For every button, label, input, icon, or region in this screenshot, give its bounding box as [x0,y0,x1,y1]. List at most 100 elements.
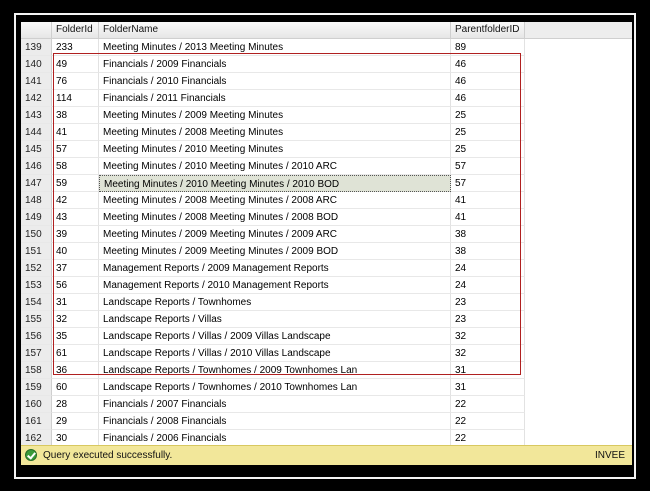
cell-foldername[interactable]: Meeting Minutes / 2010 Meeting Minutes /… [99,158,451,175]
cell-foldername[interactable]: Meeting Minutes / 2010 Meeting Minutes [99,141,451,158]
cell-parentfolderid[interactable]: 38 [451,243,525,260]
table-row[interactable]: 161 29 Financials / 2008 Financials 22 [21,413,632,430]
cell-parentfolderid[interactable]: 22 [451,396,525,413]
cell-parentfolderid[interactable]: 31 [451,362,525,379]
cell-folderid[interactable]: 42 [52,192,99,209]
table-row[interactable]: 143 38 Meeting Minutes / 2009 Meeting Minu… [21,107,632,124]
cell-folderid[interactable]: 76 [52,73,99,90]
cell-parentfolderid[interactable]: 22 [451,430,525,445]
cell-parentfolderid[interactable]: 23 [451,294,525,311]
cell-foldername[interactable]: Management Reports / 2009 Management Rep… [99,260,451,277]
cell-folderid[interactable]: 233 [52,39,99,56]
header-parentfolderid[interactable]: ParentfolderID [451,22,525,38]
cell-parentfolderid[interactable]: 38 [451,226,525,243]
table-row[interactable]: 151 40 Meeting Minutes / 2009 Meeting Minu… [21,243,632,260]
cell-parentfolderid[interactable]: 46 [451,56,525,73]
cell-folderid[interactable]: 30 [52,430,99,445]
cell-folderid[interactable]: 43 [52,209,99,226]
table-row[interactable]: 139 233 Meeting Minutes / 2013 Meeting Min… [21,39,632,56]
cell-foldername[interactable]: Meeting Minutes / 2010 Meeting Minutes /… [99,175,451,192]
table-row[interactable]: 149 43 Meeting Minutes / 2008 Meeting Minu… [21,209,632,226]
table-row[interactable]: 153 56 Management Reports / 2010 Managemen… [21,277,632,294]
cell-folderid[interactable]: 57 [52,141,99,158]
table-row[interactable]: 156 35 Landscape Reports / Villas / 2009 V… [21,328,632,345]
cell-foldername[interactable]: Landscape Reports / Villas / 2010 Villas… [99,345,451,362]
cell-folderid[interactable]: 37 [52,260,99,277]
table-row[interactable]: 148 42 Meeting Minutes / 2008 Meeting Minu… [21,192,632,209]
cell-folderid[interactable]: 59 [52,175,99,192]
cell-parentfolderid[interactable]: 25 [451,107,525,124]
cell-folderid[interactable]: 36 [52,362,99,379]
cell-parentfolderid[interactable]: 46 [451,90,525,107]
cell-folderid[interactable]: 29 [52,413,99,430]
cell-foldername[interactable]: Landscape Reports / Townhomes / 2009 Tow… [99,362,451,379]
cell-foldername[interactable]: Financials / 2006 Financials [99,430,451,445]
cell-parentfolderid[interactable]: 24 [451,277,525,294]
table-row[interactable]: 147 59 Meeting Minutes / 2010 Meeting Minu… [21,175,632,192]
cell-folderid[interactable]: 58 [52,158,99,175]
cell-foldername[interactable]: Meeting Minutes / 2008 Meeting Minutes /… [99,209,451,226]
table-row[interactable]: 142 114 Financials / 2011 Financials 46 [21,90,632,107]
cell-parentfolderid[interactable]: 32 [451,328,525,345]
cell-foldername[interactable]: Meeting Minutes / 2009 Meeting Minutes /… [99,243,451,260]
table-row[interactable]: 154 31 Landscape Reports / Townhomes 23 [21,294,632,311]
cell-parentfolderid[interactable]: 46 [451,73,525,90]
cell-foldername[interactable]: Meeting Minutes / 2009 Meeting Minutes [99,107,451,124]
cell-foldername[interactable]: Financials / 2011 Financials [99,90,451,107]
table-row[interactable]: 141 76 Financials / 2010 Financials 46 [21,73,632,90]
cell-foldername[interactable]: Meeting Minutes / 2013 Meeting Minutes [99,39,451,56]
table-row[interactable]: 140 49 Financials / 2009 Financials 46 [21,56,632,73]
cell-foldername[interactable]: Meeting Minutes / 2008 Meeting Minutes /… [99,192,451,209]
cell-folderid[interactable]: 28 [52,396,99,413]
cell-folderid[interactable]: 56 [52,277,99,294]
cell-foldername[interactable]: Meeting Minutes / 2008 Meeting Minutes [99,124,451,141]
cell-folderid[interactable]: 31 [52,294,99,311]
cell-folderid[interactable]: 61 [52,345,99,362]
cell-foldername[interactable]: Financials / 2009 Financials [99,56,451,73]
cell-folderid[interactable]: 32 [52,311,99,328]
cell-parentfolderid[interactable]: 22 [451,413,525,430]
cell-folderid[interactable]: 40 [52,243,99,260]
cell-folderid[interactable]: 114 [52,90,99,107]
header-foldername[interactable]: FolderName [99,22,451,38]
table-row[interactable]: 146 58 Meeting Minutes / 2010 Meeting Minu… [21,158,632,175]
cell-parentfolderid[interactable]: 25 [451,141,525,158]
table-row[interactable]: 145 57 Meeting Minutes / 2010 Meeting Minu… [21,141,632,158]
cell-parentfolderid[interactable]: 57 [451,158,525,175]
cell-parentfolderid[interactable]: 23 [451,311,525,328]
cell-folderid[interactable]: 60 [52,379,99,396]
cell-foldername[interactable]: Landscape Reports / Townhomes [99,294,451,311]
cell-foldername[interactable]: Financials / 2010 Financials [99,73,451,90]
cell-foldername[interactable]: Landscape Reports / Villas / 2009 Villas… [99,328,451,345]
table-row[interactable]: 152 37 Management Reports / 2009 Managemen… [21,260,632,277]
table-row[interactable]: 159 60 Landscape Reports / Townhomes / 201… [21,379,632,396]
cell-parentfolderid[interactable]: 32 [451,345,525,362]
cell-parentfolderid[interactable]: 41 [451,192,525,209]
header-folderid[interactable]: FolderId [52,22,99,38]
cell-parentfolderid[interactable]: 31 [451,379,525,396]
cell-foldername[interactable]: Financials / 2008 Financials [99,413,451,430]
table-row[interactable]: 162 30 Financials / 2006 Financials 22 [21,430,632,445]
cell-folderid[interactable]: 41 [52,124,99,141]
table-row[interactable]: 160 28 Financials / 2007 Financials 22 [21,396,632,413]
table-row[interactable]: 157 61 Landscape Reports / Villas / 2010 V… [21,345,632,362]
table-row[interactable]: 155 32 Landscape Reports / Villas 23 [21,311,632,328]
cell-foldername[interactable]: Landscape Reports / Townhomes / 2010 Tow… [99,379,451,396]
cell-folderid[interactable]: 38 [52,107,99,124]
cell-folderid[interactable]: 49 [52,56,99,73]
cell-folderid[interactable]: 35 [52,328,99,345]
cell-folderid[interactable]: 39 [52,226,99,243]
cell-parentfolderid[interactable]: 25 [451,124,525,141]
table-row[interactable]: 158 36 Landscape Reports / Townhomes / 200… [21,362,632,379]
cell-parentfolderid[interactable]: 57 [451,175,525,192]
cell-parentfolderid[interactable]: 89 [451,39,525,56]
cell-foldername[interactable]: Management Reports / 2010 Management Rep… [99,277,451,294]
cell-parentfolderid[interactable]: 24 [451,260,525,277]
cell-foldername[interactable]: Meeting Minutes / 2009 Meeting Minutes /… [99,226,451,243]
cell-parentfolderid[interactable]: 41 [451,209,525,226]
results-grid[interactable]: FolderId FolderName ParentfolderID 139 23… [21,22,632,445]
cell-foldername[interactable]: Landscape Reports / Villas [99,311,451,328]
table-row[interactable]: 144 41 Meeting Minutes / 2008 Meeting Minu… [21,124,632,141]
table-row[interactable]: 150 39 Meeting Minutes / 2009 Meeting Minu… [21,226,632,243]
cell-foldername[interactable]: Financials / 2007 Financials [99,396,451,413]
